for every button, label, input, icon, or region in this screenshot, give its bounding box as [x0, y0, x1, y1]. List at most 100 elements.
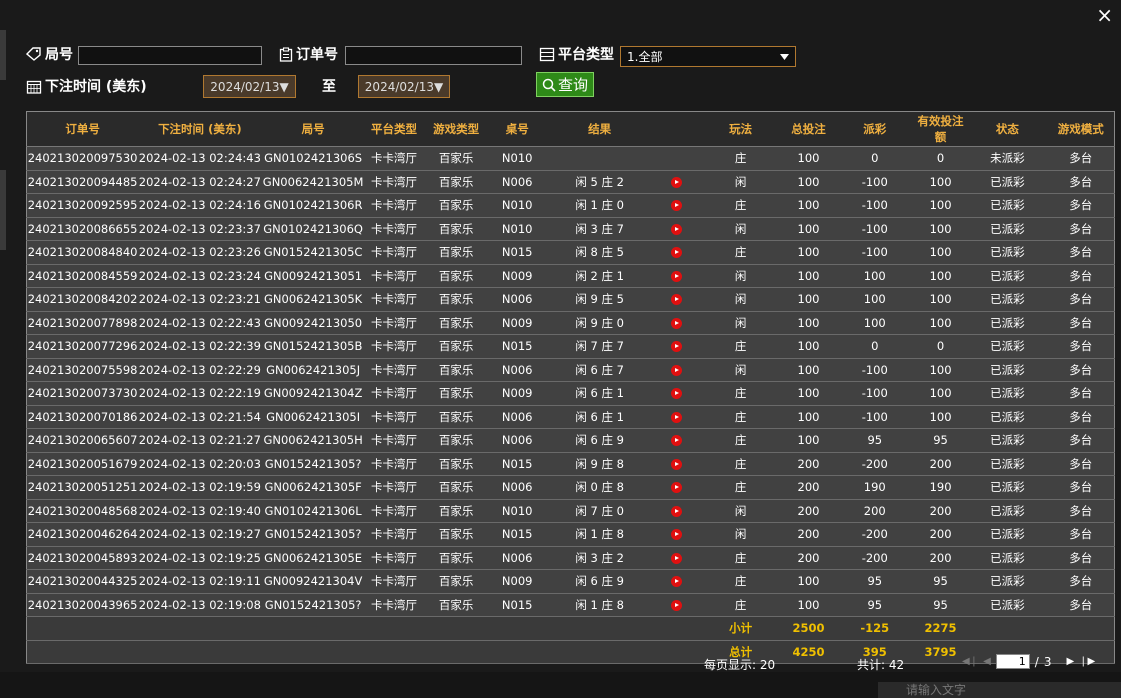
game-type-cell: 百家乐: [423, 405, 490, 429]
table-row[interactable]: 240213020086655 2024-02-13 02:23:37 GN0102…: [26, 217, 1115, 241]
game-mode-cell: 多台: [1047, 475, 1115, 500]
payout-cell: -100: [835, 405, 914, 429]
game-type-cell: 百家乐: [423, 217, 490, 241]
play-video-icon[interactable]: [671, 505, 683, 517]
result-cell: 闲 5 庄 2: [545, 170, 654, 194]
play-video-icon[interactable]: [671, 364, 683, 376]
play-video-icon[interactable]: [671, 458, 683, 470]
play-video-icon[interactable]: [671, 435, 683, 447]
play-video-icon[interactable]: [671, 247, 683, 259]
total-bet-cell: 100: [781, 193, 836, 218]
play-video-icon[interactable]: [671, 176, 683, 188]
payout-cell: 95: [835, 569, 914, 594]
table-row[interactable]: 240213020077898 2024-02-13 02:22:43 GN0092…: [26, 311, 1115, 335]
table-row[interactable]: 240213020051679 2024-02-13 02:20:03 GN0152…: [26, 452, 1115, 476]
round-id-cell: GN0062421305K: [261, 287, 365, 312]
bet-time-cell: 2024-02-13 02:24:27: [138, 170, 262, 194]
platform-cell: 卡卡湾厅: [364, 240, 424, 265]
subtotal-total: 2500: [781, 616, 836, 641]
to-label: 至: [322, 76, 336, 96]
table-row[interactable]: 240213020084202 2024-02-13 02:23:21 GN0062…: [26, 287, 1115, 312]
round-id-cell: GN0062421305M: [261, 170, 365, 194]
table-row[interactable]: 240213020092595 2024-02-13 02:24:16 GN0102…: [26, 193, 1115, 218]
play-video-icon[interactable]: [671, 294, 683, 306]
bet-type-cell: 闲: [699, 311, 782, 335]
table-no-cell: N010: [489, 193, 546, 218]
date-from-picker[interactable]: 2024/02/13▼: [203, 75, 296, 98]
order-label-text: 订单号: [296, 47, 338, 63]
result-cell: 闲 6 庄 1: [545, 405, 654, 429]
chat-input[interactable]: 请输入文字: [878, 682, 1121, 698]
table-row[interactable]: 240213020051251 2024-02-13 02:19:59 GN0062…: [26, 475, 1115, 500]
play-video-icon[interactable]: [671, 576, 683, 588]
table-row[interactable]: 240213020065607 2024-02-13 02:21:27 GN0062…: [26, 428, 1115, 453]
table-row[interactable]: 240213020084840 2024-02-13 02:23:26 GN0152…: [26, 240, 1115, 265]
round-input[interactable]: [78, 46, 262, 65]
video-cell: [653, 334, 700, 359]
play-video-icon[interactable]: [671, 599, 683, 611]
record-count-text: 共计: 42: [857, 658, 905, 672]
platform-select[interactable]: 1.全部: [620, 46, 796, 67]
video-cell: [653, 522, 700, 547]
play-video-icon[interactable]: [671, 223, 683, 235]
table-row[interactable]: 240213020097530 2024-02-13 02:24:43 GN0102…: [26, 146, 1115, 171]
platform-cell: 卡卡湾厅: [364, 593, 424, 617]
next-page-icon[interactable]: ▶: [1066, 656, 1074, 667]
close-icon[interactable]: ×: [1096, 4, 1113, 26]
bet-time-cell: 2024-02-13 02:23:24: [138, 264, 262, 288]
platform-cell: 卡卡湾厅: [364, 405, 424, 429]
table-row[interactable]: 240213020084559 2024-02-13 02:23:24 GN0092…: [26, 264, 1115, 288]
table-row[interactable]: 240213020048568 2024-02-13 02:19:40 GN0102…: [26, 499, 1115, 523]
play-video-icon[interactable]: [671, 270, 683, 282]
platform-cell: 卡卡湾厅: [364, 475, 424, 500]
result-cell: 闲 9 庄 8: [545, 452, 654, 476]
table-row[interactable]: 240213020043965 2024-02-13 02:19:08 GN0152…: [26, 593, 1115, 617]
total-bet-cell: 100: [781, 311, 836, 335]
table-no-cell: N006: [489, 405, 546, 429]
last-page-icon[interactable]: ❘▶: [1079, 656, 1095, 667]
table-row[interactable]: 240213020077296 2024-02-13 02:22:39 GN0152…: [26, 334, 1115, 359]
table-row[interactable]: 240213020070186 2024-02-13 02:21:54 GN0062…: [26, 405, 1115, 429]
table-row[interactable]: 240213020075598 2024-02-13 02:22:29 GN0062…: [26, 358, 1115, 382]
play-video-icon[interactable]: [671, 341, 683, 353]
play-video-icon[interactable]: [671, 411, 683, 423]
status-cell: 已派彩: [967, 499, 1048, 523]
play-video-icon[interactable]: [671, 482, 683, 494]
valid-bet-cell: 100: [913, 193, 968, 218]
play-video-icon[interactable]: [671, 200, 683, 212]
round-id-cell: GN00924213051: [261, 264, 365, 288]
play-video-icon[interactable]: [671, 388, 683, 400]
status-cell: 已派彩: [967, 381, 1048, 406]
game-type-cell: 百家乐: [423, 170, 490, 194]
prev-page-icon[interactable]: ◀: [983, 656, 991, 667]
play-video-icon[interactable]: [671, 317, 683, 329]
play-video-icon[interactable]: [671, 529, 683, 541]
table-row[interactable]: 240213020073730 2024-02-13 02:22:19 GN0092…: [26, 381, 1115, 406]
table-row[interactable]: 240213020045893 2024-02-13 02:19:25 GN0062…: [26, 546, 1115, 570]
valid-bet-cell: 100: [913, 381, 968, 406]
table-row[interactable]: 240213020044325 2024-02-13 02:19:11 GN0092…: [26, 569, 1115, 594]
round-id-cell: GN0152421305C: [261, 240, 365, 265]
order-id-cell: 240213020051679: [26, 452, 139, 476]
table-row[interactable]: 240213020094485 2024-02-13 02:24:27 GN0062…: [26, 170, 1115, 194]
column-header: 桌号: [489, 111, 546, 147]
table-no-cell: N010: [489, 499, 546, 523]
platform-cell: 卡卡湾厅: [364, 569, 424, 594]
result-cell: 闲 1 庄 8: [545, 522, 654, 547]
table-no-cell: N009: [489, 311, 546, 335]
search-button[interactable]: 查询: [536, 72, 594, 97]
valid-bet-cell: 95: [913, 428, 968, 453]
game-type-cell: 百家乐: [423, 311, 490, 335]
first-page-icon[interactable]: ◀❘: [962, 656, 978, 667]
per-page-text: 每页显示: 20: [704, 658, 776, 672]
play-video-icon[interactable]: [671, 552, 683, 564]
table-row[interactable]: 240213020046264 2024-02-13 02:19:27 GN0152…: [26, 522, 1115, 547]
platform-cell: 卡卡湾厅: [364, 311, 424, 335]
page-input[interactable]: 1: [995, 654, 1030, 669]
order-input[interactable]: [345, 46, 522, 65]
platform-cell: 卡卡湾厅: [364, 146, 424, 171]
chevron-down-icon: [780, 53, 789, 60]
date-to-picker[interactable]: 2024/02/13▼: [358, 75, 450, 98]
payout-cell: -100: [835, 170, 914, 194]
bet-type-cell: 庄: [699, 146, 782, 171]
